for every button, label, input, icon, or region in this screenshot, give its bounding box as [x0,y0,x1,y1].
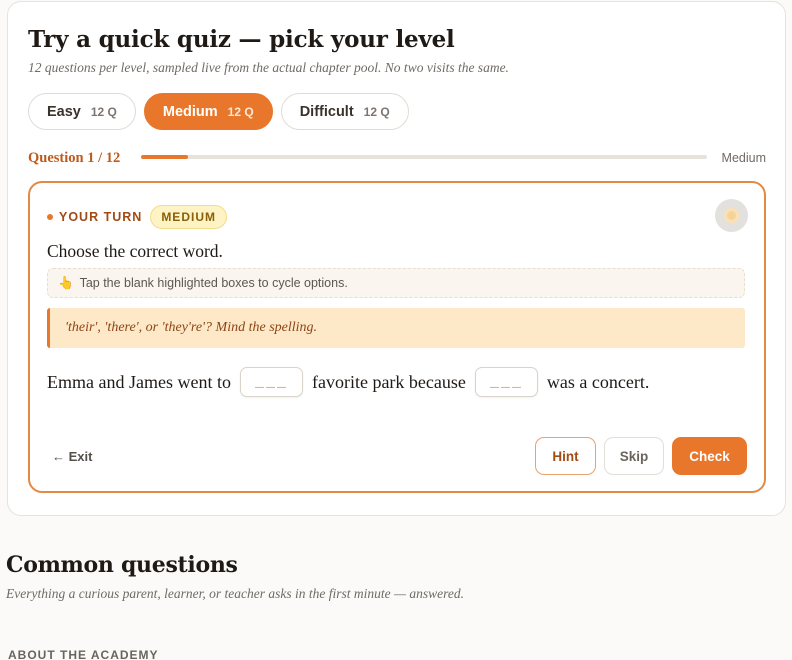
fill-in-sentence: Emma and James went to ___ favorite park… [47,367,649,397]
level-easy-button[interactable]: Easy 12 Q [28,93,136,130]
question-panel: YOUR TURN MEDIUM Choose the correct word… [28,181,766,493]
level-difficult-button[interactable]: Difficult 12 Q [280,93,409,130]
faq-section-label: ABOUT THE ACADEMY [8,648,159,660]
difficulty-badge: MEDIUM [150,205,227,229]
faq-subtitle: Everything a curious parent, learner, or… [6,586,464,601]
level-count: 12 Q [227,104,254,119]
progress-bar [141,155,707,159]
question-prompt: Choose the correct word. [47,241,223,261]
level-count: 12 Q [90,104,117,119]
level-label: Difficult [299,103,354,120]
skip-button[interactable]: Skip [604,437,664,475]
exit-link[interactable]: ← Exit [52,449,92,464]
progress-fill [141,155,188,159]
level-medium-button[interactable]: Medium 12 Q [143,93,273,130]
faq-title: Common questions [6,552,238,578]
audio-button[interactable] [715,199,748,232]
turn-indicator: YOUR TURN MEDIUM [47,205,227,229]
action-buttons: Hint Skip Check [535,437,747,475]
progress-level-label: Medium [721,151,766,165]
pointing-hand-icon: 👆 [58,275,74,290]
tip-box: 👆 Tap the blank highlighted boxes to cyc… [47,268,745,298]
hint-button[interactable]: Hint [535,437,596,475]
question-counter: Question 1 / 12 [28,150,121,166]
clue-box: 'their', 'there', or 'they're'? Mind the… [47,308,745,348]
level-count: 12 Q [363,104,390,119]
quiz-title: Try a quick quiz — pick your level [28,26,455,53]
quiz-subtitle: 12 questions per level, sampled live fro… [28,60,509,75]
blank-box-1[interactable]: ___ [239,367,303,397]
tip-text: Tap the blank highlighted boxes to cycle… [79,276,348,290]
level-label: Medium [162,103,218,120]
quiz-card: Try a quick quiz — pick your level 12 qu… [7,1,786,516]
blank-box-2[interactable]: ___ [474,367,538,397]
sentence-part: was a concert. [546,371,650,392]
sentence-part: Emma and James went to [47,371,231,392]
level-selector: Easy 12 Q Medium 12 Q Difficult 12 Q [28,93,409,130]
sentence-part: favorite park because [311,371,466,392]
clue-text: 'their', 'there', or 'they're'? Mind the… [65,320,318,335]
turn-label: YOUR TURN [59,210,143,224]
progress-row: Question 1 / 12 Medium [28,149,768,167]
turn-dot-icon [47,214,53,220]
check-button[interactable]: Check [672,437,747,475]
audio-icon [724,208,739,223]
level-label: Easy [47,103,81,120]
